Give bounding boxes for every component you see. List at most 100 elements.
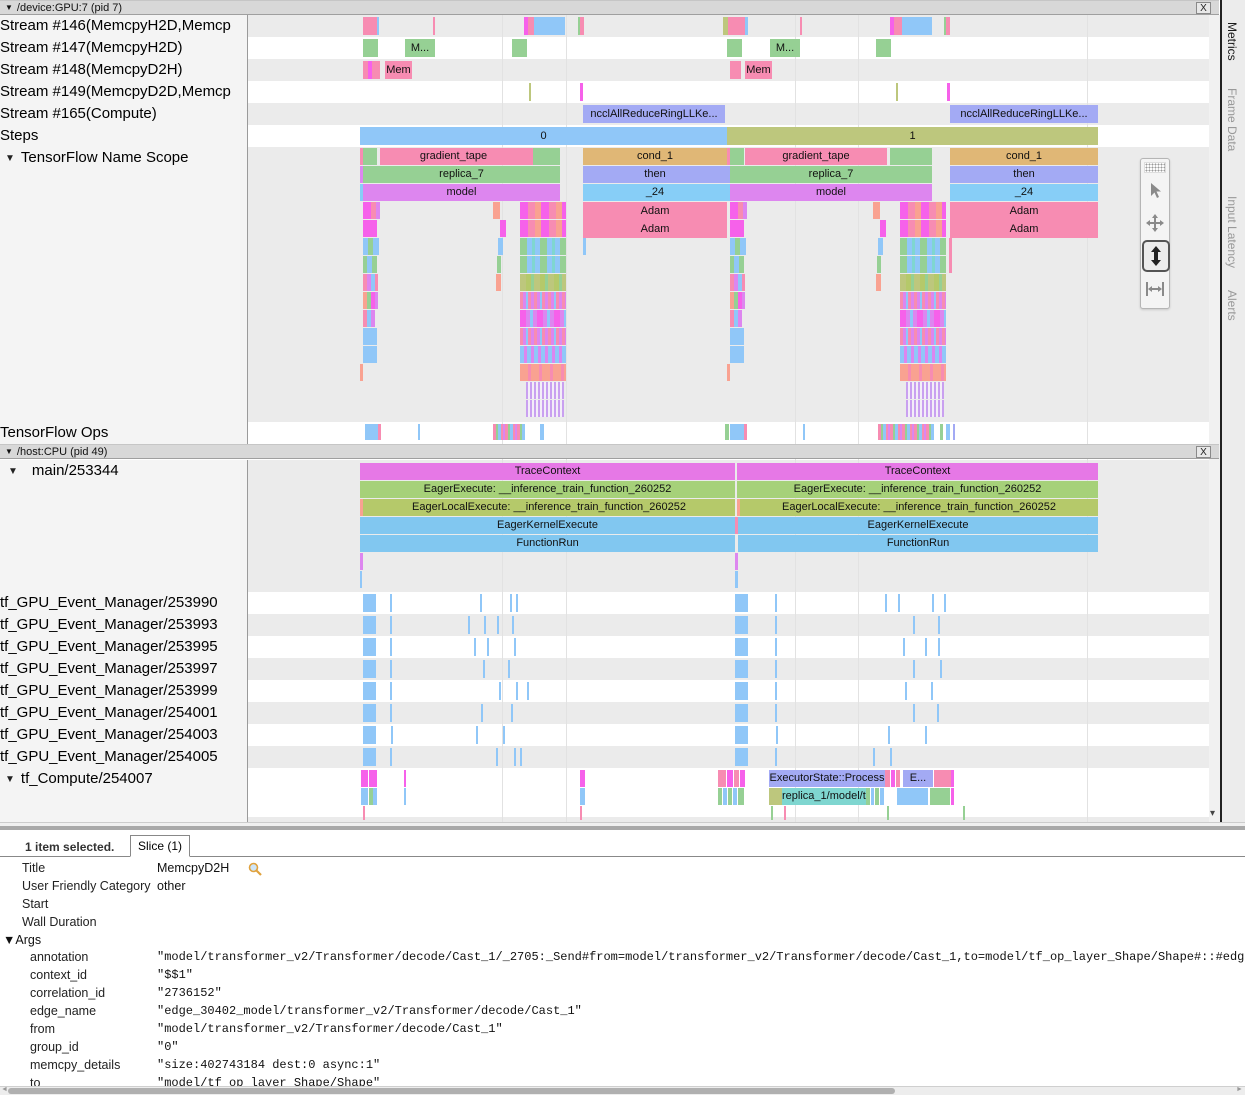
vertical-scrollbar[interactable]: ▾ [1209, 15, 1220, 822]
trace-slice[interactable] [418, 424, 420, 440]
trace-slice[interactable] [730, 202, 738, 219]
panel-separator-handle[interactable] [0, 826, 1245, 830]
trace-slice[interactable] [360, 553, 363, 570]
trace-slice[interactable] [775, 682, 777, 700]
slice-tracecontext[interactable]: TraceContext [360, 463, 735, 480]
trace-slice[interactable] [361, 788, 368, 805]
trace-slice[interactable] [937, 704, 939, 722]
trace-slice[interactable] [951, 788, 954, 805]
trace-slice[interactable] [742, 292, 745, 309]
trace-slice[interactable] [880, 788, 884, 805]
trace-slice[interactable] [903, 638, 905, 656]
trace-slice[interactable] [898, 594, 900, 612]
trace-slice[interactable] [526, 382, 564, 399]
trace-slice[interactable] [896, 770, 900, 787]
slice-mem[interactable]: Mem [385, 61, 412, 79]
trace-slice[interactable] [363, 748, 376, 766]
slice-m[interactable]: M... [405, 39, 435, 57]
trace-slice[interactable] [900, 310, 946, 327]
trace-slice[interactable] [360, 571, 362, 588]
trace-slice[interactable] [896, 83, 898, 101]
horizontal-scrollbar[interactable]: ◄ ► [0, 1086, 1245, 1095]
trace-slice[interactable] [725, 424, 729, 440]
trace-slice[interactable] [481, 704, 483, 722]
slice-eagerexecute-inference-train-function-260252[interactable]: EagerExecute: __inference_train_function… [737, 481, 1098, 498]
trace-slice[interactable] [900, 346, 946, 363]
trace-slice[interactable] [739, 256, 744, 273]
trace-slice[interactable] [363, 682, 376, 700]
pan-tool-button[interactable] [1142, 208, 1168, 238]
slice-eagerlocalexecute-inference-train-function-260252[interactable]: EagerLocalExecute: __inference_train_fun… [740, 499, 1098, 516]
trace-slice[interactable] [508, 660, 510, 678]
slice-gradient-tape[interactable]: gradient_tape [745, 148, 887, 165]
trace-slice[interactable] [520, 328, 566, 345]
trace-slice[interactable] [723, 788, 727, 805]
trace-slice[interactable] [373, 238, 379, 255]
trace-slice[interactable] [363, 726, 376, 744]
trace-slice[interactable] [735, 571, 738, 588]
trace-slice[interactable] [735, 594, 748, 612]
trace-slice[interactable] [745, 17, 748, 35]
trace-slice[interactable] [771, 806, 773, 820]
trace-slice[interactable] [885, 770, 890, 787]
trace-slice[interactable] [906, 400, 944, 417]
slice-gradient-tape[interactable]: gradient_tape [380, 148, 527, 165]
trace-slice[interactable] [511, 704, 513, 722]
trace-slice[interactable] [363, 594, 376, 612]
trace-slice[interactable] [940, 424, 943, 440]
trace-slice[interactable] [877, 256, 881, 273]
trace-slice[interactable] [510, 594, 512, 612]
slice-replica-7[interactable]: replica_7 [730, 166, 932, 183]
trace-slice[interactable] [718, 770, 726, 787]
trace-slice[interactable] [900, 256, 946, 273]
tab-alerts[interactable]: Alerts [1225, 290, 1239, 321]
trace-slice[interactable] [730, 346, 744, 363]
trace-slice[interactable] [740, 770, 745, 787]
slice-functionrun[interactable]: FunctionRun [360, 535, 735, 552]
trace-slice[interactable] [900, 364, 946, 381]
trace-slice[interactable] [520, 310, 566, 327]
trace-slice[interactable] [876, 274, 881, 291]
trace-slice[interactable] [580, 83, 583, 101]
slice-executorstate-process[interactable]: ExecutorState::Process [769, 770, 885, 787]
trace-slice[interactable] [363, 660, 376, 678]
trace-slice[interactable] [433, 17, 435, 35]
magnifier-icon[interactable] [248, 862, 263, 882]
trace-slice[interactable] [516, 594, 518, 612]
slice-0[interactable]: 0 [360, 127, 727, 145]
trace-slice[interactable] [499, 682, 501, 700]
trace-slice[interactable] [900, 328, 946, 345]
slice-model[interactable]: model [363, 184, 560, 201]
slice-24[interactable]: _24 [583, 184, 727, 201]
expander-icon[interactable]: ▼ [5, 774, 15, 785]
trace-slice[interactable] [580, 788, 585, 805]
trace-slice[interactable] [735, 660, 748, 678]
trace-slice[interactable] [890, 148, 932, 165]
trace-slice[interactable] [930, 788, 950, 805]
trace-slice[interactable] [913, 616, 915, 634]
trace-slice[interactable] [775, 638, 777, 656]
slice-m[interactable]: M... [770, 39, 800, 57]
trace-slice[interactable] [946, 424, 950, 440]
trace-slice[interactable] [775, 748, 777, 766]
trace-slice[interactable] [887, 806, 889, 820]
trace-slice[interactable] [520, 274, 566, 291]
trace-slice[interactable] [905, 682, 907, 700]
expander-icon[interactable]: ▼ [8, 466, 18, 477]
slice-adam[interactable]: Adam [583, 220, 727, 238]
trace-slice[interactable] [938, 616, 940, 634]
trace-slice[interactable] [533, 148, 560, 165]
trace-slice[interactable] [580, 770, 585, 787]
trace-slice[interactable] [520, 748, 522, 766]
trace-slice[interactable] [900, 274, 946, 291]
trace-slice[interactable] [880, 220, 886, 237]
trace-slice[interactable] [727, 39, 742, 57]
trace-slice[interactable] [944, 594, 946, 612]
trace-slice[interactable] [878, 238, 883, 255]
trace-slice[interactable] [580, 17, 584, 35]
trace-slice[interactable] [520, 364, 566, 381]
trace-slice[interactable] [946, 17, 950, 35]
trace-slice[interactable] [873, 202, 880, 219]
slice-model[interactable]: model [730, 184, 932, 201]
trace-slice[interactable] [520, 346, 566, 363]
